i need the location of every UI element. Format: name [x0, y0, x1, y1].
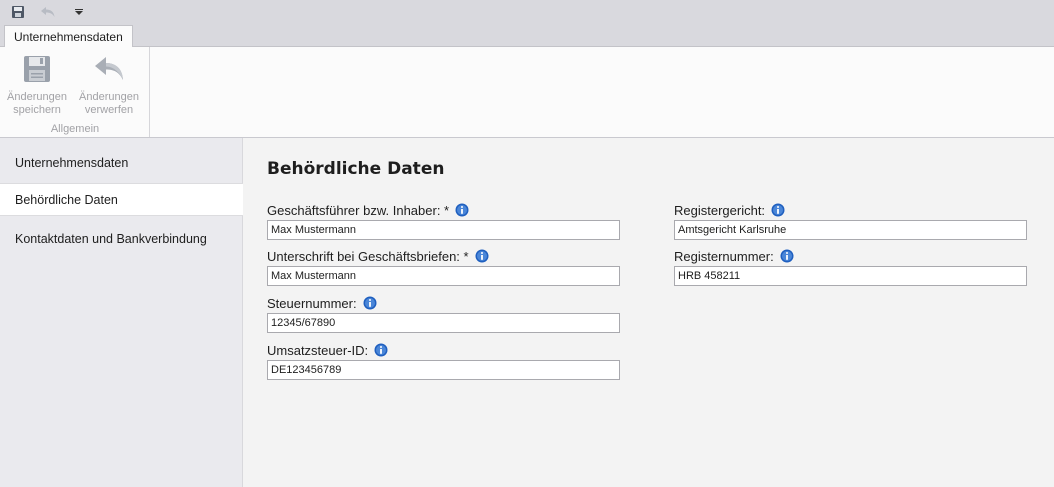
unterschrift-input[interactable] [267, 266, 620, 286]
ribbon-tab-strip: Unternehmensdaten [0, 24, 1054, 48]
save-icon [24, 56, 50, 82]
discard-changes-button[interactable]: Änderungen verwerfen [74, 51, 144, 117]
save-changes-button[interactable]: Änderungen speichern [2, 51, 72, 117]
steuernummer-input[interactable] [267, 313, 620, 333]
info-icon[interactable] [363, 296, 377, 310]
steuernummer-label: Steuernummer: [267, 295, 357, 311]
field-registernummer: Registernummer: [674, 248, 1027, 286]
info-icon[interactable] [780, 249, 794, 263]
undo-icon[interactable] [38, 2, 58, 22]
info-icon[interactable] [771, 203, 785, 217]
ribbon-panel: Änderungen speichern Änderungen verwerfe… [0, 47, 1054, 138]
info-icon[interactable] [455, 203, 469, 217]
info-icon[interactable] [374, 343, 388, 357]
sidebar-item-kontaktdaten-bankverbindung[interactable]: Kontaktdaten und Bankverbindung [0, 223, 243, 255]
field-unterschrift: Unterschrift bei Geschäftsbriefen: * [267, 248, 620, 286]
info-icon[interactable] [475, 249, 489, 263]
save-icon[interactable] [8, 2, 28, 22]
field-geschaeftsfuehrer: Geschäftsführer bzw. Inhaber: * [267, 202, 620, 240]
save-changes-label: Änderungen speichern [7, 91, 67, 116]
discard-changes-label: Änderungen verwerfen [79, 91, 139, 116]
umsatzsteuer-id-input[interactable] [267, 360, 620, 380]
page-title: Behördliche Daten [267, 159, 445, 179]
geschaeftsfuehrer-input[interactable] [267, 220, 620, 240]
quick-access-toolbar [0, 0, 1054, 24]
field-steuernummer: Steuernummer: [267, 295, 620, 333]
geschaeftsfuehrer-label: Geschäftsführer bzw. Inhaber: * [267, 202, 450, 218]
registernummer-input[interactable] [674, 266, 1027, 286]
sidebar-item-behoerdliche-daten[interactable]: Behördliche Daten [0, 183, 243, 216]
umsatzsteuer-id-label: Umsatzsteuer-ID: [267, 342, 369, 358]
registergericht-label: Registergericht: [674, 202, 766, 218]
registernummer-label: Registernummer: [674, 248, 774, 264]
tab-unternehmensdaten[interactable]: Unternehmensdaten [4, 25, 133, 48]
field-registergericht: Registergericht: [674, 202, 1027, 240]
field-umsatzsteuer-id: Umsatzsteuer-ID: [267, 342, 620, 380]
registergericht-input[interactable] [674, 220, 1027, 240]
main-content: Behördliche Daten Geschäftsführer bzw. I… [244, 138, 1054, 487]
ribbon-group-allgemein: Änderungen speichern Änderungen verwerfe… [0, 47, 150, 137]
sidebar-item-unternehmensdaten[interactable]: Unternehmensdaten [0, 147, 243, 179]
ribbon-group-label: Allgemein [50, 123, 100, 135]
undo-icon [95, 57, 123, 80]
customize-dropdown-icon[interactable] [72, 2, 86, 22]
sidebar-nav: Unternehmensdaten Behördliche Daten Kont… [0, 138, 243, 487]
unterschrift-label: Unterschrift bei Geschäftsbriefen: * [267, 248, 469, 264]
